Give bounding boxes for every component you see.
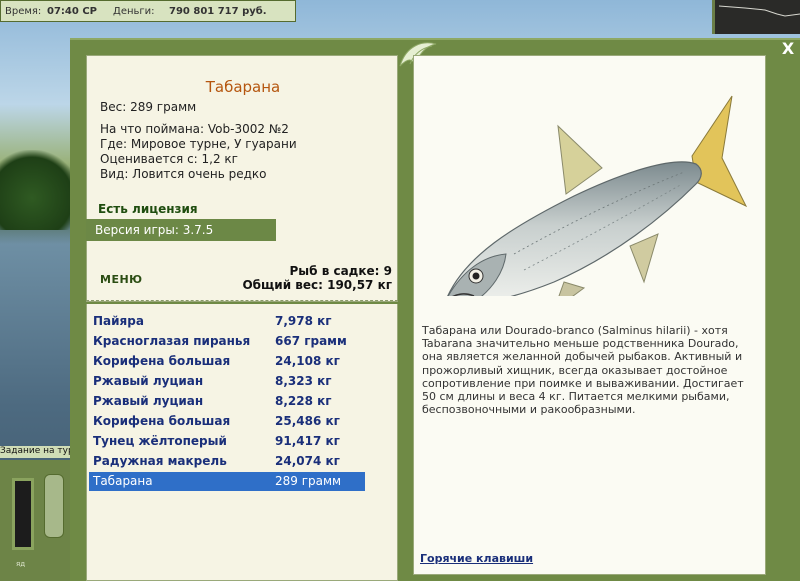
fish-value: Оценивается с: 1,2 кг (100, 152, 238, 166)
catch-name: Пайяра (93, 314, 144, 328)
list-item[interactable]: Пайяра 7,978 кг (89, 312, 365, 331)
catch-weight: 289 грамм (275, 474, 342, 488)
list-item[interactable]: Радужная макрель 24,074 кг (89, 452, 365, 471)
gauge-label: яд (16, 560, 26, 568)
catch-weight: 7,978 кг (275, 314, 332, 328)
menu-button[interactable]: МЕНЮ (100, 273, 143, 286)
task-label: Задание на тур (0, 446, 74, 458)
catch-weight: 8,228 кг (275, 394, 332, 408)
catch-name: Ржавый луциан (93, 394, 204, 408)
catch-name: Радужная макрель (93, 454, 227, 468)
catch-name: Ржавый луциан (93, 374, 204, 388)
close-icon[interactable]: X (779, 40, 797, 58)
left-control-knob[interactable] (44, 474, 64, 538)
time-label: Время: (5, 6, 42, 17)
time-value: 07:40 СР (47, 6, 97, 17)
money-label: Деньги: (113, 6, 155, 17)
minimap (712, 0, 800, 34)
list-item[interactable]: Корифена большая 25,486 кг (89, 412, 365, 431)
keep-net-count: Рыб в садке: 9 (289, 264, 393, 278)
list-item[interactable]: Ржавый луциан 8,323 кг (89, 372, 365, 391)
top-status-bar: Время: 07:40 СР Деньги: 790 801 717 руб. (0, 0, 296, 22)
fish-description: Табарана или Dourado-branco (Salminus hi… (422, 324, 744, 417)
catch-weight: 91,417 кг (275, 434, 340, 448)
panel-divider (86, 300, 398, 301)
license-status: Есть лицензия (98, 202, 198, 216)
catch-name: Корифена большая (93, 354, 231, 368)
catch-name: Тунец жёлтоперый (93, 434, 227, 448)
fish-image (447, 95, 748, 296)
money-value: 790 801 717 руб. (169, 6, 267, 17)
catch-weight: 25,486 кг (275, 414, 340, 428)
fish-rarity: Вид: Ловится очень редко (100, 167, 267, 181)
hotkeys-link[interactable]: Горячие клавиши (420, 552, 533, 565)
minimap-line (718, 5, 800, 17)
list-item-selected[interactable]: Табарана 289 грамм (89, 472, 365, 491)
fish-weight: Вес: 289 грамм (100, 100, 197, 114)
catch-name: Красноглазая пиранья (93, 334, 251, 348)
catch-weight: 8,323 кг (275, 374, 332, 388)
catch-weight: 24,108 кг (275, 354, 340, 368)
list-item[interactable]: Ржавый луциан 8,228 кг (89, 392, 365, 411)
fish-location: Где: Мировое турне, У гуарани (100, 137, 297, 151)
fish-detail-panel: Табарана или Dourado-branco (Salminus hi… (413, 55, 766, 575)
background-trees (0, 150, 80, 230)
catch-weight: 667 грамм (275, 334, 347, 348)
fish-bait: На что поймана: Vob-3002 №2 (100, 122, 289, 136)
catch-list: Пайяра 7,978 кг Красноглазая пиранья 667… (86, 304, 398, 581)
fish-title: Табарана (205, 78, 281, 96)
list-item[interactable]: Тунец жёлтоперый 91,417 кг (89, 432, 365, 451)
list-item[interactable]: Красноглазая пиранья 667 грамм (89, 332, 365, 351)
catch-name: Табарана (93, 474, 153, 488)
list-item[interactable]: Корифена большая 24,108 кг (89, 352, 365, 371)
tension-gauge (12, 478, 34, 550)
catch-name: Корифена большая (93, 414, 231, 428)
game-version: Версия игры: 3.7.5 (86, 219, 276, 241)
keep-net-total-weight: Общий вес: 190,57 кг (242, 278, 392, 292)
catch-weight: 24,074 кг (275, 454, 340, 468)
